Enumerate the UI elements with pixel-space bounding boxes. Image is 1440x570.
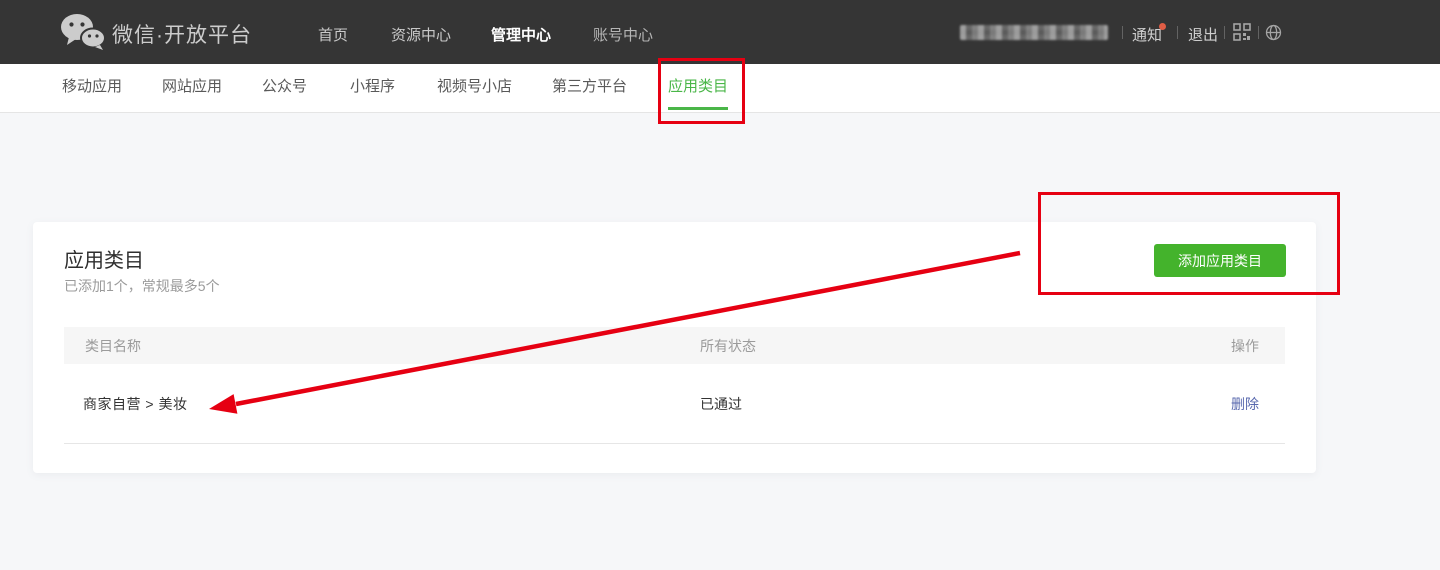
tab-mobile-app[interactable]: 移动应用 <box>62 64 122 109</box>
category-status: 已通过 <box>700 394 742 414</box>
tab-mini-program[interactable]: 小程序 <box>350 64 395 109</box>
notifications-link[interactable]: 通知 <box>1132 24 1162 45</box>
logout-link[interactable]: 退出 <box>1188 24 1218 45</box>
add-app-category-button[interactable]: 添加应用类目 <box>1154 244 1286 277</box>
tab-website-app[interactable]: 网站应用 <box>162 64 222 109</box>
top-header: 微信·开放平台 首页 资源中心 管理中心 账号中心 通知 退出 <box>0 0 1440 64</box>
header-divider <box>1122 26 1123 39</box>
header-divider <box>1177 26 1178 39</box>
nav-item-management-center[interactable]: 管理中心 <box>491 24 551 45</box>
category-table-row: 商家自营 > 美妆 已通过 删除 <box>64 364 1285 444</box>
app-type-tabbar: 移动应用 网站应用 公众号 小程序 视频号小店 第三方平台 应用类目 <box>0 64 1440 113</box>
column-category-name: 类目名称 <box>85 336 141 356</box>
nav-item-resource-center[interactable]: 资源中心 <box>391 24 451 45</box>
qr-code-icon[interactable] <box>1233 23 1251 41</box>
column-action: 操作 <box>1231 336 1259 356</box>
tab-official-account[interactable]: 公众号 <box>262 64 307 109</box>
notification-dot <box>1159 23 1166 30</box>
wechat-open-platform-page: 微信·开放平台 首页 资源中心 管理中心 账号中心 通知 退出 <box>0 0 1440 570</box>
category-path: 商家自营 > 美妆 <box>83 394 187 414</box>
panel-title: 应用类目 <box>64 244 144 273</box>
globe-icon[interactable] <box>1265 24 1282 41</box>
brand-title: 微信·开放平台 <box>112 19 252 49</box>
tab-third-party-platform[interactable]: 第三方平台 <box>552 64 627 109</box>
header-divider <box>1224 26 1225 39</box>
tab-app-category[interactable]: 应用类目 <box>668 64 728 109</box>
delete-link[interactable]: 删除 <box>1231 394 1259 414</box>
wechat-logo-icon <box>60 13 106 51</box>
nav-item-home[interactable]: 首页 <box>318 24 348 45</box>
nav-item-account-center[interactable]: 账号中心 <box>593 24 653 45</box>
panel-subtitle: 已添加1个，常规最多5个 <box>64 276 220 296</box>
category-table-header: 类目名称 所有状态 操作 <box>64 327 1285 364</box>
header-divider <box>1258 26 1259 39</box>
app-category-panel: 应用类目 已添加1个，常规最多5个 添加应用类目 类目名称 所有状态 操作 商家… <box>33 222 1316 473</box>
account-name-blurred <box>960 25 1108 40</box>
column-status: 所有状态 <box>700 336 756 356</box>
tab-channels-shop[interactable]: 视频号小店 <box>437 64 512 109</box>
